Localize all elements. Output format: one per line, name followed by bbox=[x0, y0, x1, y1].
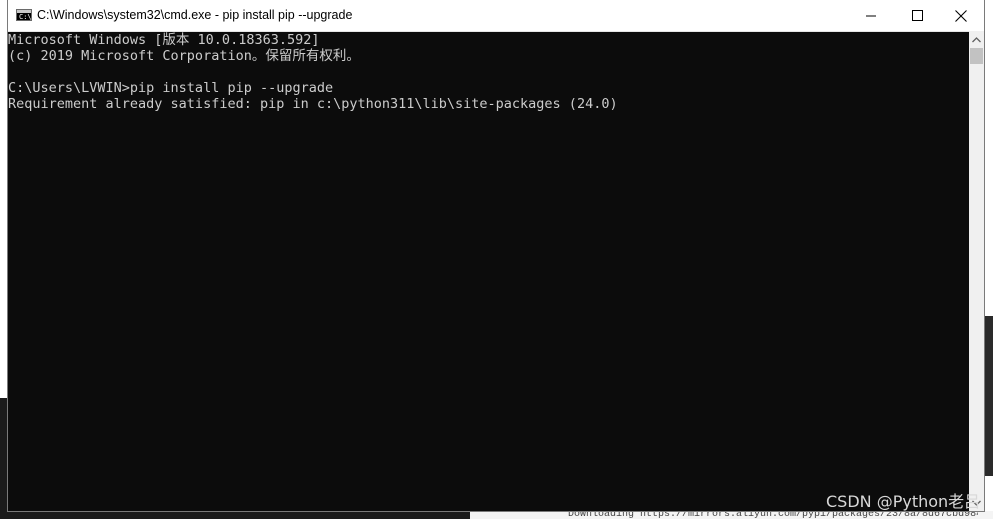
window-title: C:\Windows\system32\cmd.exe - pip instal… bbox=[37, 8, 353, 22]
maximize-button[interactable] bbox=[894, 0, 940, 31]
console-line: Requirement already satisfied: pip in c:… bbox=[8, 96, 618, 112]
minimize-button[interactable] bbox=[848, 0, 894, 31]
maximize-icon bbox=[911, 10, 923, 21]
console-output[interactable]: Microsoft Windows [版本 10.0.18363.592] (c… bbox=[8, 31, 969, 511]
close-button[interactable] bbox=[938, 0, 984, 31]
chevron-up-icon bbox=[972, 36, 981, 42]
console-line: Microsoft Windows [版本 10.0.18363.592] bbox=[8, 32, 320, 48]
background-right-dark-strip bbox=[984, 316, 993, 476]
cmd-icon[interactable]: C:\ bbox=[16, 9, 32, 21]
scrollbar-thumb[interactable] bbox=[970, 48, 983, 64]
minimize-icon bbox=[866, 15, 876, 16]
close-icon bbox=[955, 9, 967, 22]
title-bar[interactable]: C:\ C:\Windows\system32\cmd.exe - pip in… bbox=[8, 0, 984, 32]
vertical-scrollbar[interactable] bbox=[969, 31, 984, 511]
console-line: (c) 2019 Microsoft Corporation。保留所有权利。 bbox=[8, 48, 360, 64]
cmd-window[interactable]: C:\ C:\Windows\system32\cmd.exe - pip in… bbox=[8, 0, 984, 511]
console-line: C:\Users\LVWIN>pip install pip --upgrade bbox=[8, 80, 334, 96]
cmd-icon-text: C:\ bbox=[19, 13, 32, 21]
background-left-dark-strip bbox=[0, 398, 8, 519]
background-bottom-dark-strip bbox=[0, 511, 470, 519]
watermark: CSDN @Python老吕 bbox=[826, 492, 981, 511]
scroll-up-button[interactable] bbox=[969, 31, 984, 48]
